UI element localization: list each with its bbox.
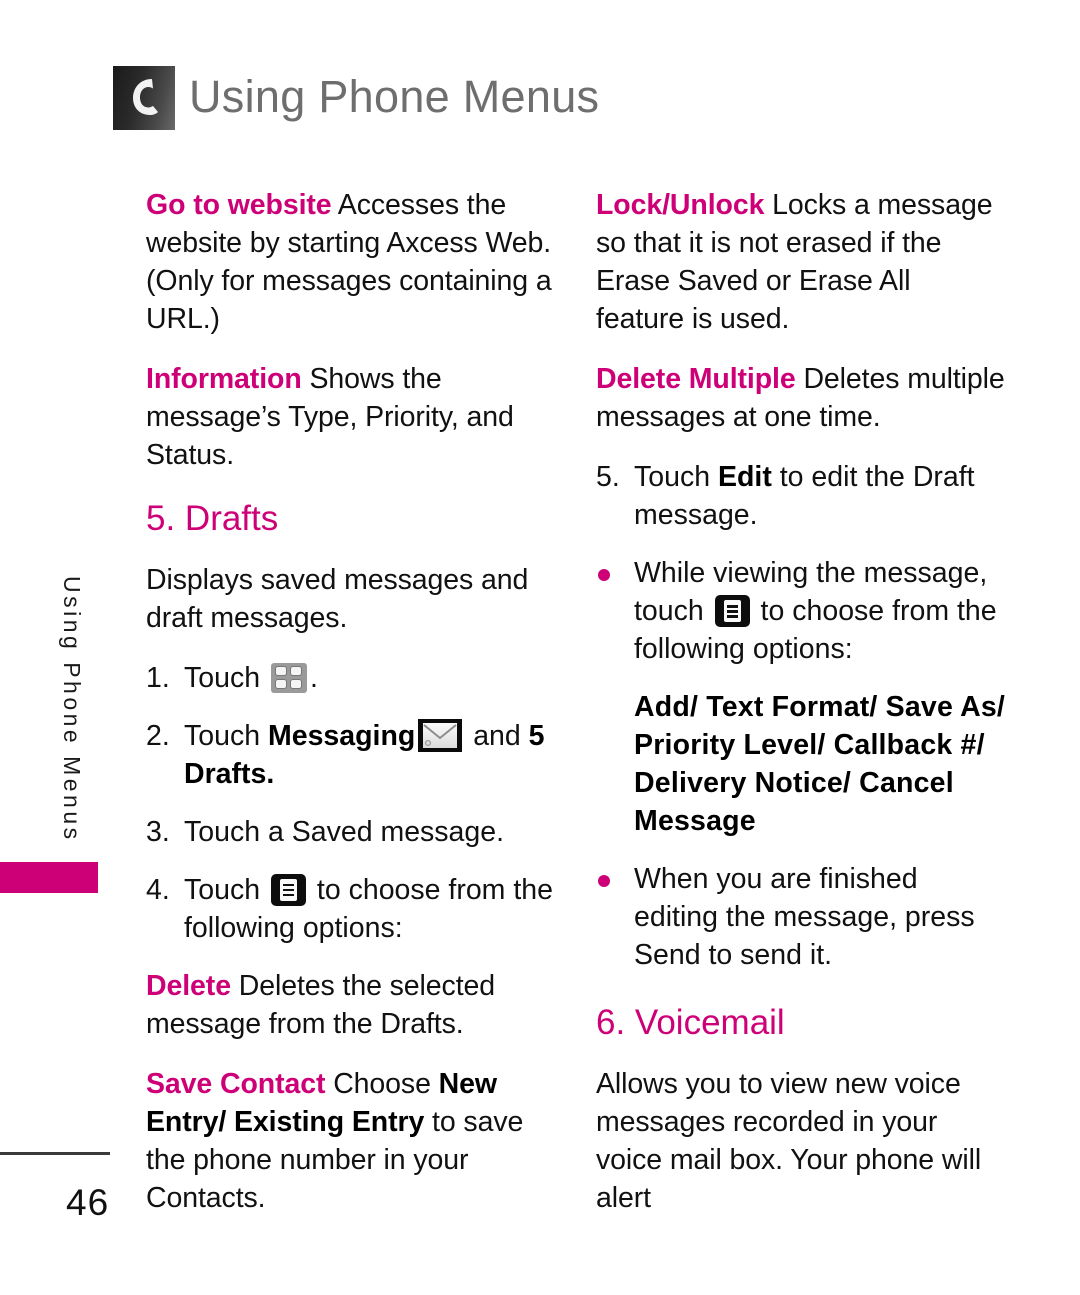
term-label: Save Contact [146,1067,326,1100]
options-list-bold: Add/ Text Format/ Save As/ Priority Leve… [634,691,1006,837]
right-column: Lock/Unlock Locks a message so that it i… [596,186,1006,1239]
step-3: 3. Touch a Saved message. [146,813,556,851]
bullet-while-viewing: While viewing the message, touch to choo… [596,554,1006,668]
term-label: Go to website [146,189,332,221]
step-2: 2. Touch Messaging and 5 Drafts. [146,717,556,793]
step-text-pre: Touch [634,461,718,493]
step-number: 2. [146,719,170,752]
step-text: Touch . [184,659,556,697]
step-1: 1. Touch . [146,659,556,697]
definition-go-to-website: Go to website Accesses the website by st… [146,186,556,338]
sidebar-vertical-label: Using Phone Menus [59,576,85,843]
definition-lock-unlock: Lock/Unlock Locks a message so that it i… [596,186,1006,338]
term-label: Delete Multiple [596,363,796,395]
step-text-post: . [309,661,318,694]
definition-save-contact: Save Contact Choose New Entry/ Existing … [146,1065,556,1217]
page-number: 46 [66,1182,110,1223]
term-label: Delete [146,969,231,1002]
step-text-pre: Touch [184,661,268,694]
footer-divider [0,1152,110,1155]
options-list-icon[interactable] [714,595,750,627]
step-5: 5. Touch Edit to edit the Draft message. [596,458,1006,534]
step-text: Touch to choose from the following optio… [184,871,556,947]
step-text-mid: and [465,719,529,752]
step-text-post: . [266,757,275,790]
sidebar-chapter-tab [0,862,98,893]
page-title: Using Phone Menus [189,70,600,122]
term-label: Information [146,363,302,395]
definition-delete-multiple: Delete Multiple Deletes multiple message… [596,360,1006,436]
options-list-icon[interactable] [270,873,306,906]
step-text-pre: Touch [184,719,268,752]
voicemail-body: Allows you to view new voice messages re… [596,1067,982,1214]
step-number: 1. [146,661,170,694]
drafts-intro: Displays saved messages and draft messag… [146,563,529,634]
step-text: Touch a Saved message. [184,815,505,848]
step-number: 4. [146,873,170,906]
step-text-pre: Touch [184,873,268,906]
envelope-icon[interactable] [418,718,463,752]
step-4: 4. Touch to choose from the following op… [146,871,556,947]
section-heading-drafts: 5. Drafts [146,499,279,538]
bullet-text: When you are finished editing the messag… [634,863,975,971]
step-text: Touch Messaging and 5 Drafts. [184,717,556,793]
definition-information: Information Shows the message’s Type, Pr… [146,360,556,474]
menu-name-edit: Edit [717,461,772,493]
term-label: Lock/Unlock [596,189,765,221]
bullet-point-icon [596,554,634,668]
section-heading-voicemail: 6. Voicemail [596,1003,785,1042]
definition-delete: Delete Deletes the selected message from… [146,967,556,1043]
bullet-text: While viewing the message, touch to choo… [634,554,1006,668]
phone-handset-icon [113,66,175,130]
grid-menu-icon[interactable] [270,662,307,693]
step-number: 3. [146,815,170,848]
bullet-point-icon [596,860,634,974]
page-header: Using Phone Menus [113,66,599,130]
step-number: 5. [596,461,620,493]
bullet-finished-editing: When you are finished editing the messag… [596,860,1006,974]
step-text: Touch Edit to edit the Draft message. [634,458,1006,534]
left-column: Go to website Accesses the website by st… [146,186,556,1239]
definition-text-pre: Choose [325,1067,439,1100]
menu-name-messaging: Messaging [267,719,416,752]
